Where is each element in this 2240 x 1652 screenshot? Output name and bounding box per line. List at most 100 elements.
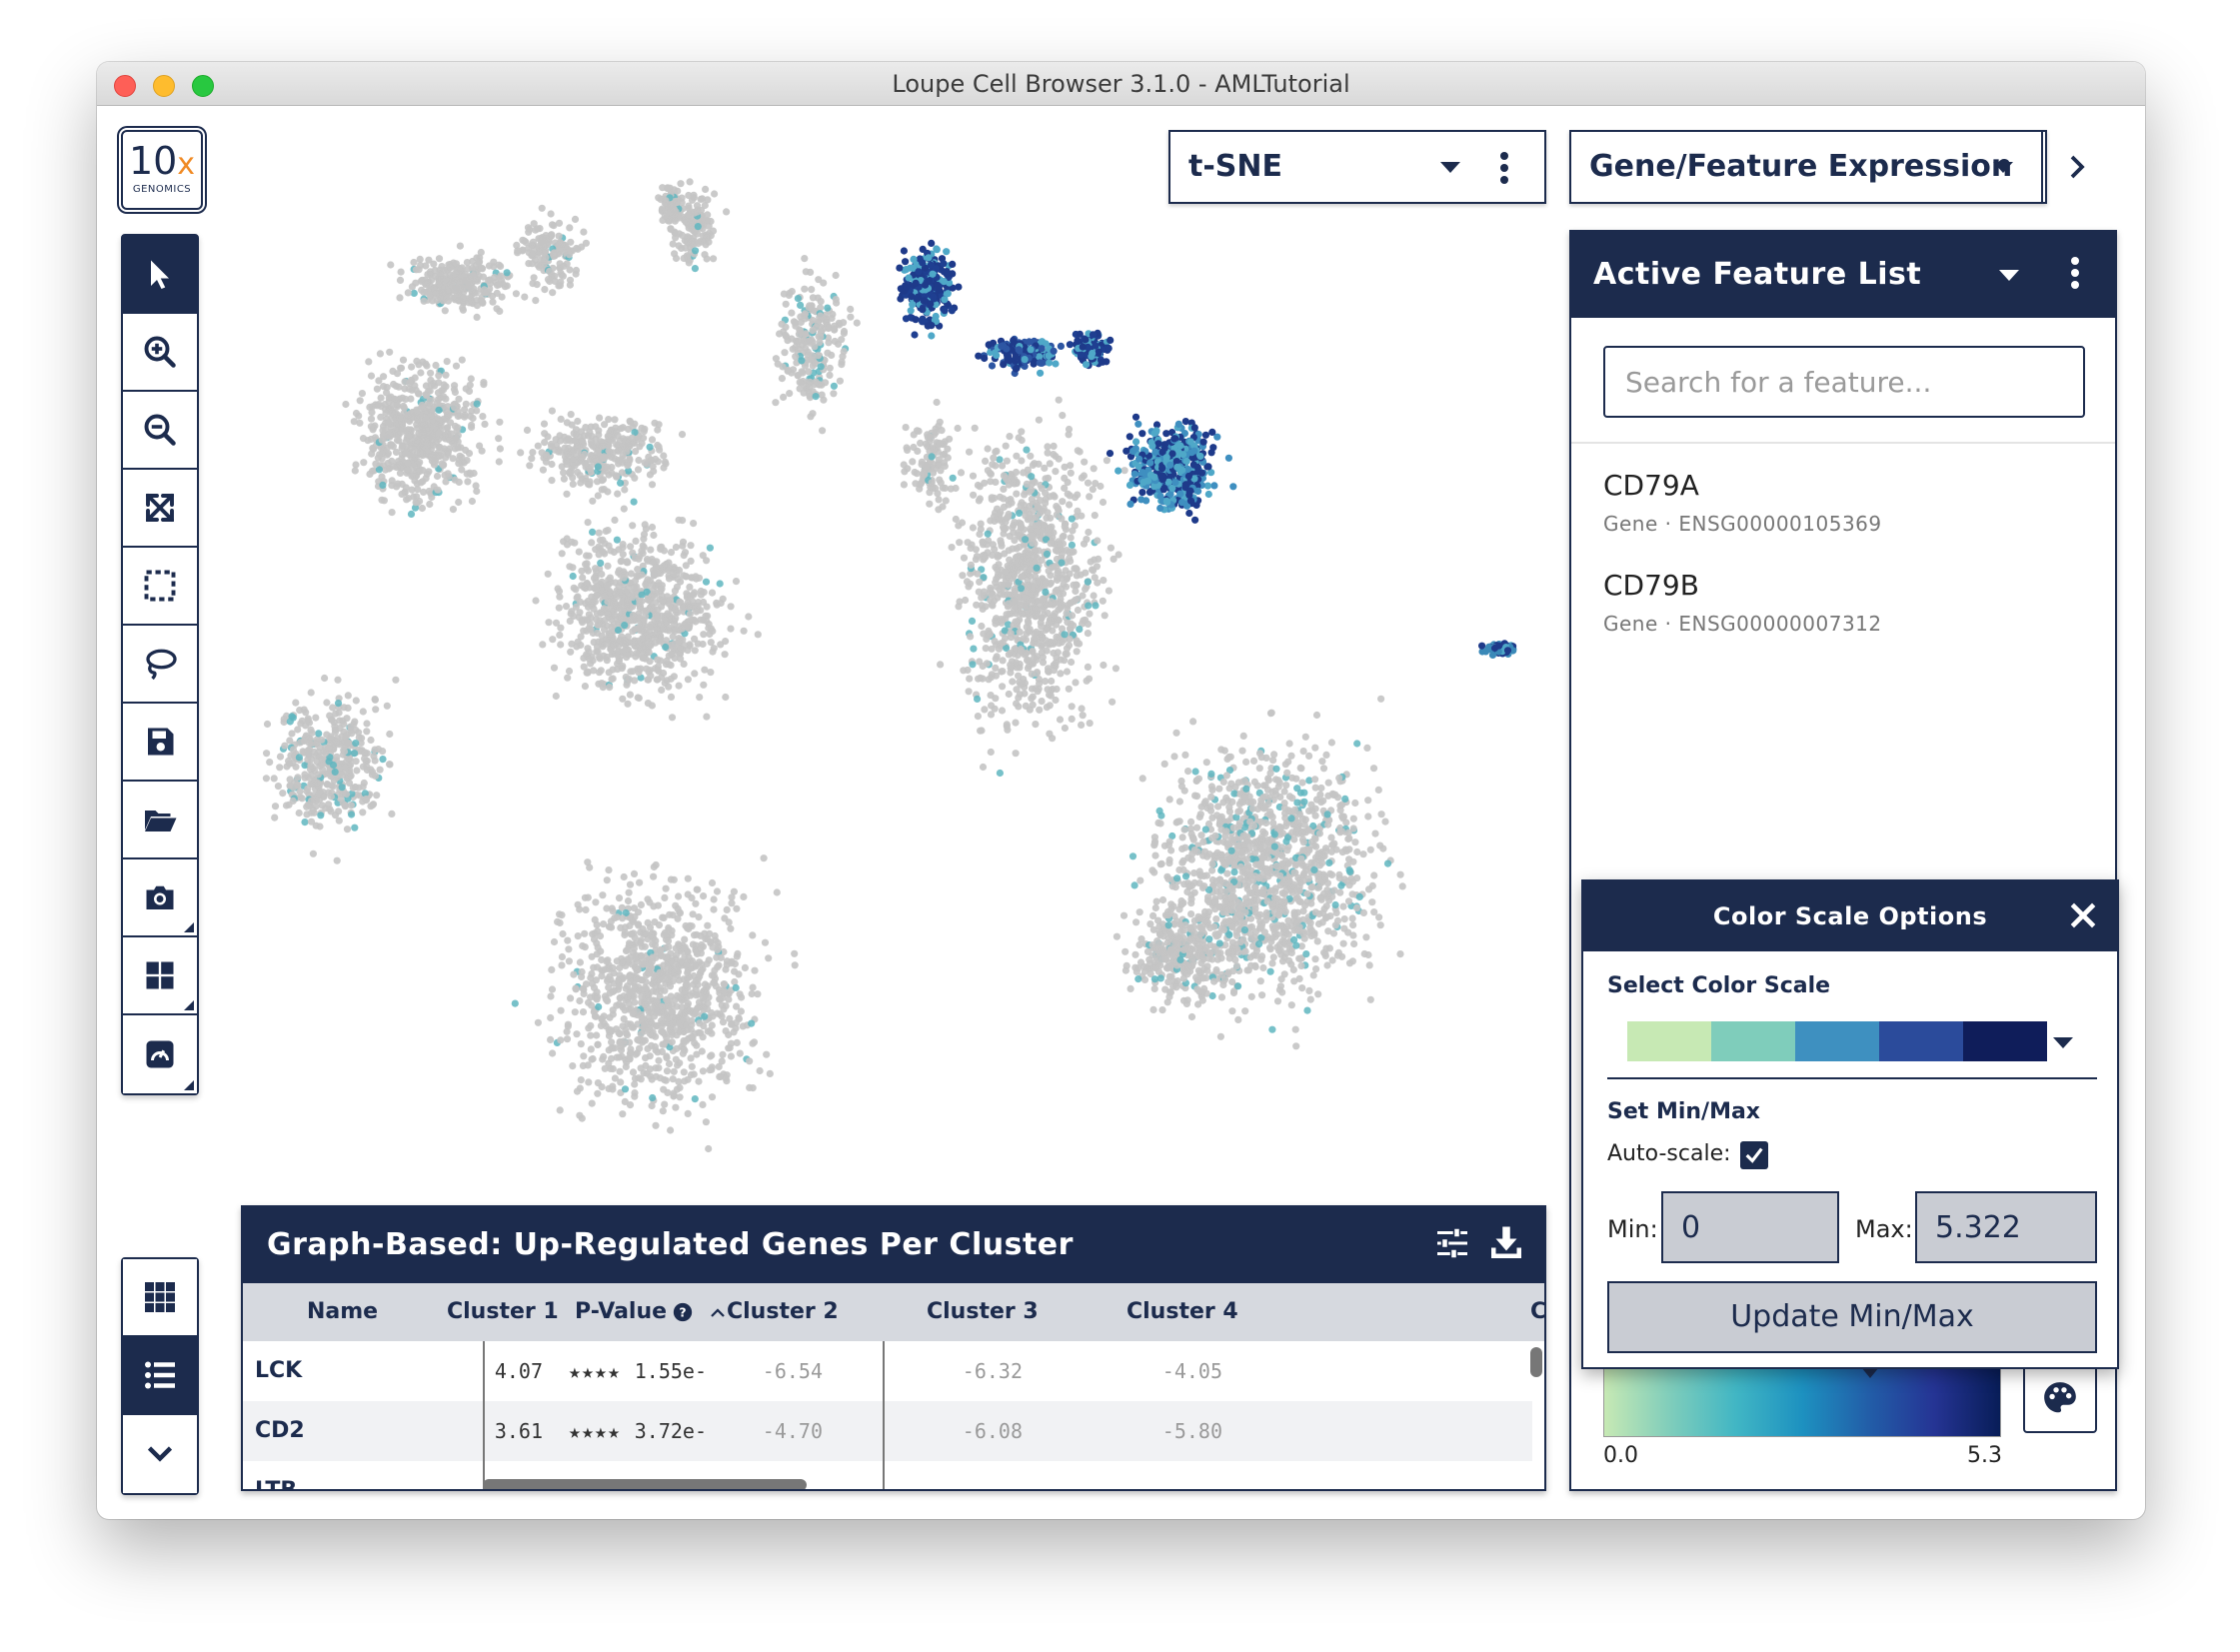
- cluster-4-value: -5.80: [1161, 1419, 1222, 1443]
- chevron-down-icon[interactable]: [1999, 270, 2019, 281]
- lasso-icon: [146, 649, 177, 681]
- chevron-down-icon: [1440, 162, 1460, 173]
- feature-meta: Gene · ENSG00000105369: [1603, 512, 1882, 536]
- horizontal-scrollbar[interactable]: [483, 1479, 807, 1489]
- column-cluster-5-partial[interactable]: C: [1530, 1283, 1544, 1341]
- projection-selected: t-SNE: [1188, 149, 1282, 184]
- fit-screen-tool-button[interactable]: [123, 470, 197, 548]
- submenu-indicator: [184, 1000, 194, 1010]
- popup-header: Color Scale Options: [1583, 881, 2117, 951]
- filter-settings-icon[interactable]: [1434, 1225, 1470, 1261]
- feature-name: CD79A: [1603, 469, 1699, 502]
- column-name[interactable]: Name: [307, 1283, 378, 1341]
- save-tool-button[interactable]: [123, 704, 197, 782]
- table-row[interactable]: LCK 4.07 ★★★★ 1.55e-20 -6.54 -6.32 -4.05: [243, 1341, 1532, 1443]
- max-input[interactable]: [1915, 1191, 2097, 1263]
- feature-meta: Gene · ENSG00000007312: [1603, 612, 1882, 636]
- column-cluster-2[interactable]: Cluster 2: [727, 1283, 839, 1341]
- max-label: Max:: [1855, 1215, 1913, 1243]
- table-row[interactable]: LTB: [243, 1461, 1532, 1491]
- lasso-tool-button[interactable]: [123, 626, 197, 704]
- collapse-button[interactable]: [123, 1415, 197, 1493]
- color-scale-bar[interactable]: [1603, 1367, 2001, 1437]
- chevron-down-icon[interactable]: [2053, 1037, 2073, 1048]
- feature-type-selected: Gene/Feature Expression: [1589, 149, 2013, 184]
- scale-max-label: 5.3: [1967, 1443, 2002, 1468]
- list-view-button[interactable]: [123, 1337, 197, 1415]
- panel-title: Active Feature List: [1593, 257, 1922, 292]
- vertical-scrollbar[interactable]: [1530, 1347, 1542, 1377]
- feature-type-dropdown[interactable]: Gene/Feature Expression: [1569, 130, 2047, 204]
- min-label: Min:: [1607, 1215, 1658, 1243]
- logo-x: x: [177, 147, 196, 182]
- gauge-icon: [146, 1040, 174, 1068]
- 10x-genomics-logo: 10x GENOMICS: [121, 130, 203, 210]
- min-input[interactable]: [1661, 1191, 1839, 1263]
- column-cluster-1[interactable]: Cluster 1: [447, 1283, 559, 1341]
- logo-genomics: GENOMICS: [132, 184, 192, 195]
- submenu-indicator: [184, 922, 194, 932]
- zoom-out-tool-button[interactable]: [123, 392, 197, 470]
- layout-tool-button[interactable]: [123, 937, 197, 1015]
- open-tool-button[interactable]: [123, 782, 197, 859]
- cluster-3-value: -6.32: [962, 1359, 1023, 1383]
- more-options-icon[interactable]: [2071, 257, 2079, 293]
- color-swatch: [1711, 1021, 1795, 1061]
- performance-tool-button[interactable]: [123, 1015, 197, 1093]
- zoom-out-icon: [144, 414, 176, 446]
- folder-open-icon: [145, 811, 177, 831]
- select-color-scale-label: Select Color Scale: [1607, 973, 1831, 998]
- chevron-down-icon: [147, 1446, 173, 1462]
- cluster-3-value: -6.08: [962, 1419, 1023, 1443]
- zoom-in-tool-button[interactable]: [123, 314, 197, 392]
- tsne-scatter-plot[interactable]: [222, 124, 1661, 1253]
- grid-view-button[interactable]: [123, 1259, 197, 1337]
- color-scale-options-button[interactable]: [2023, 1363, 2097, 1433]
- feature-name: CD79B: [1603, 569, 1699, 602]
- update-min-max-button[interactable]: Update Min/Max: [1607, 1281, 2097, 1353]
- view-toggle-palette: [121, 1257, 199, 1495]
- scale-min-label: 0.0: [1603, 1443, 1638, 1468]
- chevron-right-icon: [2070, 155, 2085, 179]
- more-options-icon[interactable]: [1500, 152, 1508, 188]
- cluster-2-value: -4.70: [762, 1419, 823, 1443]
- checkmark-icon: [1745, 1147, 1763, 1163]
- column-cluster-3[interactable]: Cluster 3: [927, 1283, 1039, 1341]
- column-divider: [883, 1341, 885, 1489]
- column-cluster-4[interactable]: Cluster 4: [1126, 1283, 1238, 1341]
- column-p-value[interactable]: P-Value: [575, 1283, 667, 1341]
- submenu-indicator: [184, 1080, 194, 1090]
- download-icon[interactable]: [1488, 1225, 1524, 1261]
- color-scale-selector[interactable]: [1627, 1021, 2047, 1061]
- box-select-tool-button[interactable]: [123, 548, 197, 626]
- feature-item-cd79a[interactable]: CD79A Gene · ENSG00000105369: [1603, 468, 1882, 536]
- cell-points: [262, 178, 1517, 1153]
- gene-name: LCK: [255, 1358, 303, 1383]
- feature-item-cd79b[interactable]: CD79B Gene · ENSG00000007312: [1603, 568, 1882, 636]
- feature-search-input[interactable]: [1603, 346, 2085, 418]
- gene-name: LTB: [255, 1478, 298, 1491]
- table-row[interactable]: CD2 3.61 ★★★★ 3.72e-15 -4.70 -6.08 -5.80: [243, 1401, 1532, 1489]
- close-icon[interactable]: [2067, 899, 2099, 931]
- pointer-tool-button[interactable]: [123, 236, 197, 314]
- screenshot-tool-button[interactable]: [123, 859, 197, 937]
- autoscale-checkbox[interactable]: [1740, 1141, 1768, 1169]
- sort-ascending-icon[interactable]: [709, 1304, 727, 1322]
- pointer-icon: [151, 260, 169, 289]
- grid-layout-icon: [146, 961, 174, 989]
- help-icon[interactable]: ?: [673, 1302, 693, 1322]
- palette-icon: [2044, 1382, 2076, 1413]
- grid-view-icon: [145, 1282, 175, 1312]
- expand-panel-button[interactable]: [2041, 132, 2113, 202]
- chevron-down-icon: [1993, 162, 2013, 173]
- color-swatch: [1627, 1021, 1711, 1061]
- table-header-bar: Graph-Based: Up-Regulated Genes Per Clus…: [243, 1207, 1544, 1283]
- table-title: Graph-Based: Up-Regulated Genes Per Clus…: [267, 1227, 1074, 1262]
- color-swatch: [1795, 1021, 1879, 1061]
- popup-title: Color Scale Options: [1712, 902, 1988, 930]
- autoscale-label: Auto-scale:: [1607, 1141, 1731, 1166]
- projection-dropdown[interactable]: t-SNE: [1168, 130, 1546, 204]
- set-min-max-label: Set Min/Max: [1607, 1099, 1761, 1124]
- column-divider: [483, 1341, 485, 1489]
- tool-palette: [121, 234, 199, 1095]
